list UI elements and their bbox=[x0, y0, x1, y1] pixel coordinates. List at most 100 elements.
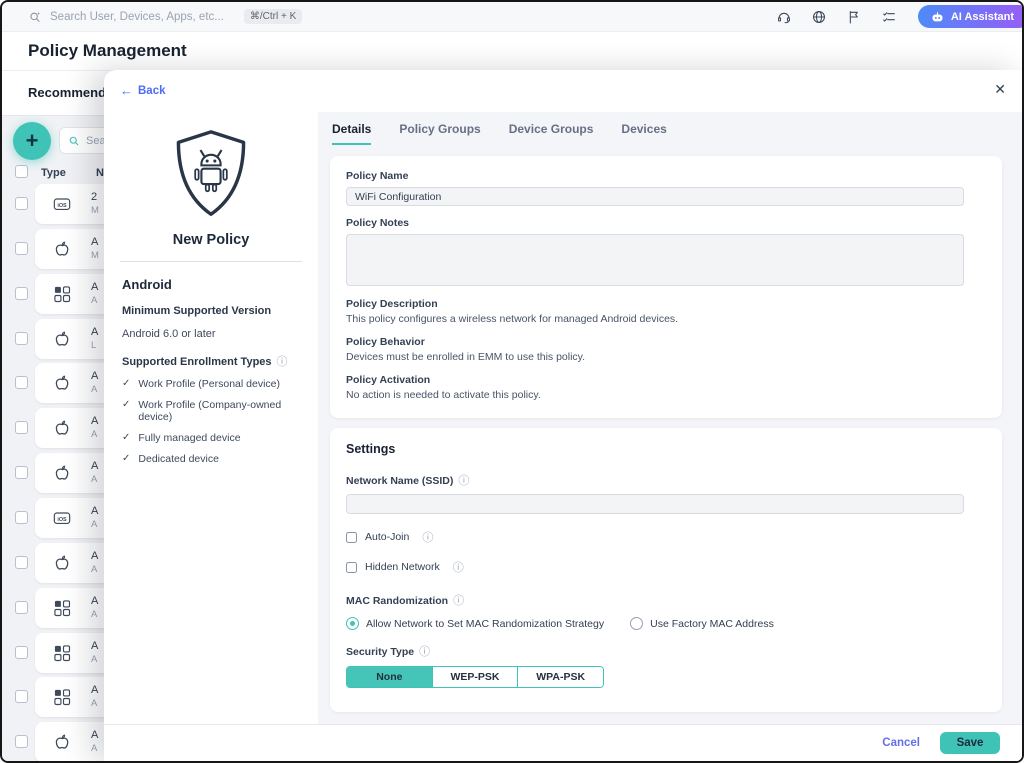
security-option-none[interactable]: None bbox=[347, 667, 432, 687]
enrollment-type-item: ✓Fully managed device bbox=[122, 432, 300, 444]
svg-text:iOS: iOS bbox=[57, 203, 67, 209]
app-window: Search User, Devices, Apps, etc... ⌘/Ctr… bbox=[0, 0, 1024, 763]
close-icon[interactable]: ✕ bbox=[994, 81, 1006, 98]
row-checkbox[interactable] bbox=[15, 287, 28, 300]
back-button[interactable]: ← Back bbox=[120, 83, 166, 98]
topbar-utilities: AI Assistant bbox=[776, 5, 1022, 28]
policy-notes-label: Policy Notes bbox=[346, 217, 986, 229]
modal-footer: Cancel Save bbox=[104, 724, 1022, 761]
enrollment-type-item: ✓Work Profile (Personal device) bbox=[122, 378, 300, 390]
row-checkbox[interactable] bbox=[15, 197, 28, 210]
row-checkbox[interactable] bbox=[15, 735, 28, 748]
row-checkbox[interactable] bbox=[15, 466, 28, 479]
mac-option-use-factory-mac-address[interactable]: Use Factory MAC Address bbox=[630, 617, 774, 630]
row-checkbox[interactable] bbox=[15, 556, 28, 569]
apple-icon bbox=[52, 418, 72, 438]
row-checkbox[interactable] bbox=[15, 421, 28, 434]
mac-option-allow-network-to-set-mac-randomization-strategy[interactable]: Allow Network to Set MAC Randomization S… bbox=[346, 617, 604, 630]
android-policy-shield-icon bbox=[165, 126, 257, 222]
row-checkbox[interactable] bbox=[15, 511, 28, 524]
policy-notes-input[interactable] bbox=[346, 234, 964, 286]
page-title: Policy Management bbox=[28, 41, 187, 61]
min-version-label: Minimum Supported Version bbox=[122, 305, 300, 317]
radio-icon bbox=[630, 617, 643, 630]
flag-icon[interactable] bbox=[846, 9, 862, 25]
add-policy-button[interactable]: + bbox=[13, 122, 51, 160]
policy-activation-label: Policy Activation bbox=[346, 374, 986, 386]
row-checkbox[interactable] bbox=[15, 690, 28, 703]
platform-name: Android bbox=[122, 277, 300, 292]
row-checkbox[interactable] bbox=[15, 646, 28, 659]
check-icon: ✓ bbox=[122, 378, 130, 389]
policy-activation-text: No action is needed to activate this pol… bbox=[346, 389, 986, 401]
tab-devices[interactable]: Devices bbox=[621, 122, 666, 145]
ai-bot-icon bbox=[930, 11, 945, 23]
ai-assistant-button[interactable]: AI Assistant bbox=[918, 5, 1024, 28]
info-icon[interactable]: ⓘ bbox=[422, 529, 433, 545]
security-option-wep-psk[interactable]: WEP-PSK bbox=[432, 667, 518, 687]
check-icon: ✓ bbox=[122, 432, 130, 443]
mac-randomization-label: MAC Randomizationⓘ bbox=[346, 592, 986, 608]
row-checkbox[interactable] bbox=[15, 242, 28, 255]
policy-description-label: Policy Description bbox=[346, 298, 986, 310]
info-icon[interactable]: ⓘ bbox=[453, 559, 464, 575]
ios-badge-icon: iOS bbox=[52, 194, 72, 214]
policy-description-text: This policy configures a wireless networ… bbox=[346, 313, 986, 325]
tab-device-groups[interactable]: Device Groups bbox=[509, 122, 594, 145]
hidden-network-checkbox[interactable]: Hidden Network ⓘ bbox=[346, 559, 986, 575]
new-policy-modal: ← Back ✕ New Policy bbox=[104, 70, 1022, 761]
info-icon[interactable]: ⓘ bbox=[419, 646, 430, 658]
policy-modal-title: New Policy bbox=[104, 232, 318, 248]
global-search[interactable]: Search User, Devices, Apps, etc... ⌘/Ctr… bbox=[28, 9, 302, 24]
row-checkbox[interactable] bbox=[15, 376, 28, 389]
apple-icon bbox=[52, 732, 72, 752]
tab-policy-groups[interactable]: Policy Groups bbox=[399, 122, 480, 145]
grid-icon bbox=[52, 598, 72, 618]
policy-behavior-label: Policy Behavior bbox=[346, 336, 986, 348]
checkbox-icon bbox=[346, 532, 357, 543]
select-all-checkbox[interactable] bbox=[15, 165, 28, 178]
search-icon bbox=[28, 10, 42, 24]
auto-join-checkbox[interactable]: Auto-Join ⓘ bbox=[346, 529, 986, 545]
apple-icon bbox=[52, 463, 72, 483]
globe-icon[interactable] bbox=[811, 9, 827, 25]
mac-options-group: Allow Network to Set MAC Randomization S… bbox=[346, 617, 986, 630]
row-checkbox[interactable] bbox=[15, 601, 28, 614]
policy-name-label: Policy Name bbox=[346, 170, 986, 182]
security-option-wpa-psk[interactable]: WPA-PSK bbox=[517, 667, 603, 687]
info-icon[interactable]: ⓘ bbox=[277, 356, 288, 368]
grid-icon bbox=[52, 284, 72, 304]
checkbox-icon bbox=[346, 562, 357, 573]
tasklist-icon[interactable] bbox=[881, 9, 897, 25]
tab-details[interactable]: Details bbox=[332, 122, 371, 145]
security-type-label: Security Typeⓘ bbox=[346, 643, 986, 659]
ios-badge-icon: iOS bbox=[52, 508, 72, 528]
apple-icon bbox=[52, 329, 72, 349]
modal-tabs: Details Policy Groups Device Groups Devices bbox=[332, 122, 667, 145]
policy-behavior-text: Devices must be enrolled in EMM to use t… bbox=[346, 351, 986, 363]
back-arrow-icon: ← bbox=[120, 83, 133, 98]
plus-icon: + bbox=[26, 128, 39, 154]
row-checkbox[interactable] bbox=[15, 332, 28, 345]
column-name: N bbox=[96, 167, 104, 179]
grid-icon bbox=[52, 687, 72, 707]
details-card: Policy Name Policy Notes Policy Descript… bbox=[330, 156, 1002, 418]
search-icon bbox=[68, 135, 80, 147]
apple-icon bbox=[52, 373, 72, 393]
policy-name-input[interactable] bbox=[346, 187, 964, 206]
info-icon[interactable]: ⓘ bbox=[453, 595, 464, 607]
enrollment-type-item: ✓Work Profile (Company-owned device) bbox=[122, 399, 300, 423]
save-button[interactable]: Save bbox=[940, 732, 1000, 754]
ssid-input[interactable] bbox=[346, 494, 964, 514]
check-icon: ✓ bbox=[122, 453, 130, 464]
search-shortcut-badge: ⌘/Ctrl + K bbox=[244, 9, 302, 24]
column-type: Type bbox=[41, 167, 66, 179]
headset-icon[interactable] bbox=[776, 9, 792, 25]
info-icon[interactable]: ⓘ bbox=[458, 475, 469, 487]
radio-icon bbox=[346, 617, 359, 630]
cancel-button[interactable]: Cancel bbox=[882, 737, 920, 749]
svg-text:iOS: iOS bbox=[57, 517, 67, 523]
apple-icon bbox=[52, 553, 72, 573]
settings-heading: Settings bbox=[346, 442, 986, 456]
min-version-value: Android 6.0 or later bbox=[122, 328, 300, 340]
